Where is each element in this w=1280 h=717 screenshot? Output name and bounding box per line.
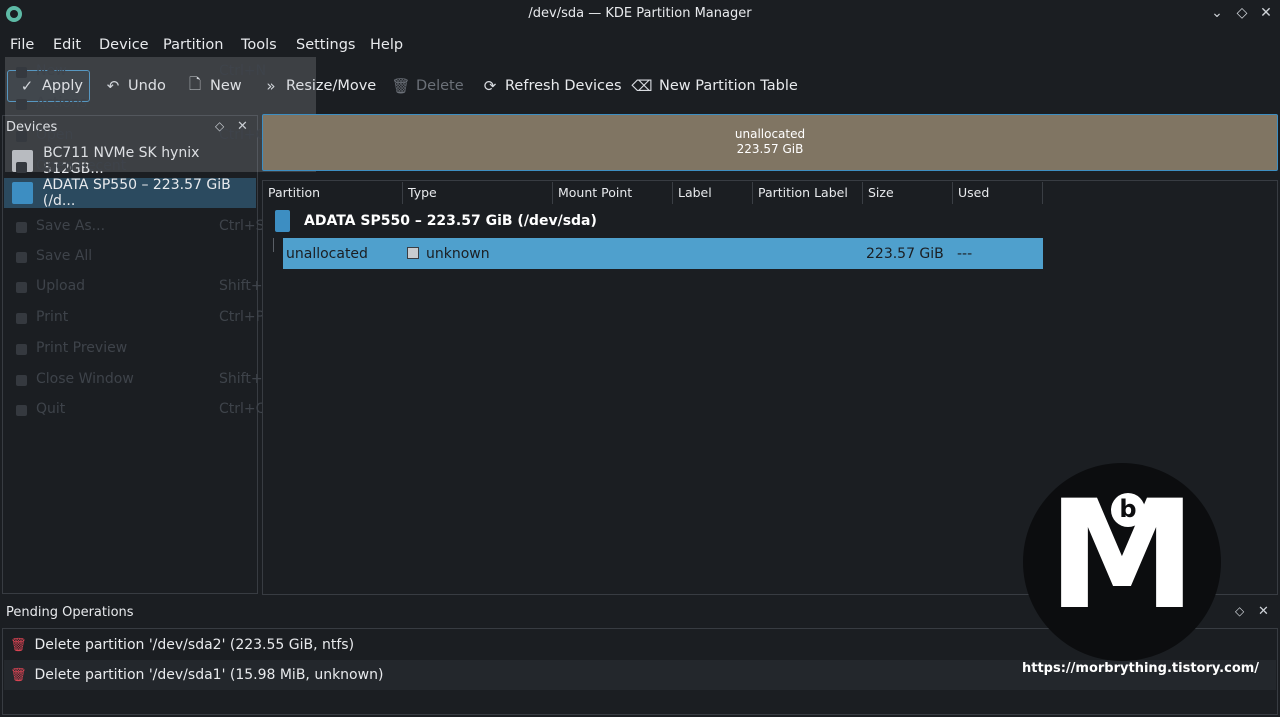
clear-icon: ⌫ — [631, 77, 653, 95]
float-panel-icon[interactable]: ◇ — [1235, 604, 1244, 618]
menu-ghost-item: Save All — [36, 248, 93, 264]
device-item-selected[interactable]: ADATA SP550 – 223.57 GiB (/d... — [4, 177, 256, 209]
trash-icon: 🗑 — [391, 77, 411, 95]
menu-ghost-item: Upload — [36, 278, 86, 294]
menu-ghost-icon — [16, 252, 27, 263]
menu-settings[interactable]: Settings — [296, 37, 355, 53]
menu-ghost-icon — [16, 67, 27, 78]
watermark-url: https://morbrything.tistory.com/ — [1022, 661, 1260, 676]
diskbar-size: 223.57 GiB — [736, 142, 804, 156]
column-header-label[interactable]: Label — [673, 182, 753, 204]
window-title: /dev/sda — KDE Partition Manager — [528, 6, 752, 21]
delete-button[interactable]: 🗑 Delete — [391, 70, 463, 102]
column-header-size[interactable]: Size — [863, 182, 953, 204]
refresh-icon: ⟳ — [483, 77, 497, 95]
maximize-icon[interactable]: ◇ — [1234, 5, 1250, 21]
menu-tools[interactable]: Tools — [241, 37, 277, 53]
cell-used: --- — [957, 246, 973, 262]
menu-ghost-item: Actions — [36, 95, 88, 111]
diskbar-label: unallocated — [734, 127, 806, 141]
close-icon[interactable]: ✕ — [1258, 5, 1274, 21]
menu-ghost-shortcut: Ctrl+N — [219, 63, 267, 79]
column-header-mount-point[interactable]: Mount Point — [553, 182, 673, 204]
refresh-devices-button[interactable]: ⟳ Refresh Devices — [481, 70, 622, 102]
pending-operations-title: Pending Operations — [6, 605, 134, 620]
menu-ghost-icon — [16, 222, 27, 233]
menu-device[interactable]: Device — [99, 37, 149, 53]
menu-ghost-item: Close Window — [36, 371, 134, 387]
watermark-small-letter: b — [1111, 493, 1145, 527]
tree-line — [273, 238, 274, 252]
menu-ghost-icon — [16, 162, 27, 173]
menu-ghost-item: Open Recent — [36, 158, 127, 174]
menu-ghost-shortcut: Ctrl+P — [219, 309, 265, 325]
menu-edit[interactable]: Edit — [53, 37, 81, 53]
menu-ghost-icon — [16, 131, 27, 142]
device-heading: ADATA SP550 – 223.57 GiB (/dev/sda) — [304, 213, 597, 229]
menu-ghost-item: Print Preview — [36, 340, 128, 356]
menu-ghost-item: New — [36, 63, 67, 79]
menu-ghost-icon — [16, 375, 27, 386]
menu-ghost-icon — [16, 344, 27, 355]
filesystem-color-icon — [407, 247, 419, 259]
trash-icon: 🗑 — [10, 667, 27, 683]
menu-ghost-item: Save As... — [36, 218, 106, 234]
menu-ghost-item: Quit — [36, 401, 66, 417]
menu-ghost-icon — [16, 313, 27, 324]
minimize-icon[interactable]: ⌄ — [1209, 5, 1225, 21]
watermark-logo: M b — [1023, 463, 1221, 661]
menu-ghost-icon — [16, 99, 27, 110]
column-header-partition-label[interactable]: Partition Label — [753, 182, 863, 204]
usb-drive-icon — [12, 182, 33, 204]
menu-ghost-shortcut: Ctrl+Q — [219, 401, 267, 417]
column-header-partition[interactable]: Partition — [263, 182, 403, 204]
menu-file[interactable]: File — [10, 37, 34, 53]
menu-help[interactable]: Help — [370, 37, 403, 53]
cell-type: unknown — [426, 246, 490, 262]
menu-ghost-icon — [16, 405, 27, 416]
cell-size: 223.57 GiB — [866, 246, 944, 262]
menu-ghost-shortcut: Ctrl+O — [219, 127, 267, 143]
column-header-used[interactable]: Used — [953, 182, 1043, 204]
menu-partition[interactable]: Partition — [163, 37, 223, 53]
menu-ghost-item: Open — [36, 127, 74, 143]
close-panel-icon[interactable]: ✕ — [1258, 604, 1269, 619]
menu-ghost-item: Print — [36, 309, 69, 325]
new-partition-table-button[interactable]: ⌫ New Partition Table — [631, 70, 797, 102]
disk-usage-bar[interactable]: unallocated 223.57 GiB — [262, 114, 1278, 171]
trash-icon: 🗑 — [10, 637, 27, 653]
column-header-type[interactable]: Type — [403, 182, 553, 204]
usb-drive-icon — [275, 210, 290, 232]
cell-partition: unallocated — [286, 246, 368, 262]
menu-ghost-icon — [16, 282, 27, 293]
